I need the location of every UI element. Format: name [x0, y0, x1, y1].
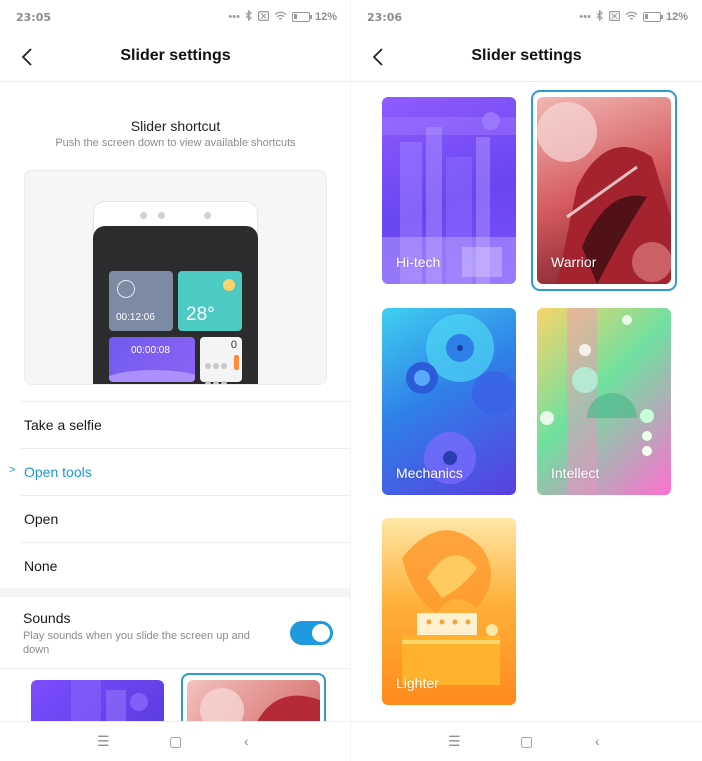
header: Slider settings	[351, 34, 702, 82]
battery-percent: 12%	[314, 11, 337, 23]
theme-card-lighter[interactable]: Lighter	[382, 518, 516, 705]
theme-name: Intellect	[551, 465, 600, 481]
option-label: Take a selfie	[24, 417, 102, 433]
theme-card-mechanics[interactable]: Mechanics	[382, 308, 516, 495]
hitech-art	[71, 680, 148, 722]
header: Slider settings	[0, 34, 351, 82]
toggle-knob	[312, 624, 330, 642]
shortcut-subtitle: Push the screen down to view available s…	[55, 137, 296, 149]
theme-name: Warrior	[551, 254, 597, 270]
bluetooth-icon	[245, 9, 253, 24]
page-title: Slider settings	[120, 47, 231, 64]
shortcut-title: Slider shortcut	[130, 118, 221, 134]
back-icon[interactable]: ‹	[595, 733, 600, 749]
warrior-art	[200, 688, 320, 722]
timer-tile: 00:12:06	[109, 271, 173, 331]
option-open-tools[interactable]: > Open tools	[9, 448, 351, 495]
sun-icon	[223, 279, 235, 291]
option-take-selfie[interactable]: Take a selfie	[21, 401, 351, 448]
status-bar: 23:05 ••• 12%	[0, 0, 351, 34]
theme-name: Mechanics	[396, 465, 463, 481]
stopwatch-value: 00:00:08	[131, 345, 170, 356]
weather-tile: 28°	[178, 271, 242, 331]
sounds-toggle[interactable]	[290, 621, 333, 645]
timer-value: 00:12:06	[116, 312, 155, 323]
status-icons: ••• 12%	[228, 9, 337, 24]
phone-screen: 00:12:06 28° 00:00:08 0	[93, 226, 258, 384]
calculator-display: 0	[230, 339, 237, 351]
home-icon[interactable]: ▢	[169, 733, 182, 750]
wifi-icon	[274, 11, 287, 24]
bluetooth-icon	[596, 9, 604, 24]
clock-icon	[117, 280, 135, 298]
theme-card-warrior[interactable]: Warrior	[537, 97, 671, 284]
camera-dot	[140, 212, 147, 219]
calculator-key-accent	[234, 355, 239, 370]
more-dots-icon: •••	[228, 11, 240, 23]
option-none[interactable]: None	[21, 542, 351, 589]
option-label: Open	[24, 511, 59, 527]
wave-shape	[109, 370, 195, 382]
left-screen: 23:05 ••• 12% Slider settings Slider sho…	[0, 0, 351, 761]
theme-thumb-hitech[interactable]	[31, 680, 164, 722]
option-label: None	[24, 558, 58, 574]
sounds-setting: Sounds Play sounds when you slide the sc…	[0, 597, 351, 669]
status-icons: ••• 12%	[579, 9, 688, 24]
sounds-description: Play sounds when you slide the screen up…	[23, 630, 250, 656]
status-time: 23:05	[16, 11, 52, 24]
theme-name: Lighter	[396, 675, 439, 691]
wifi-icon	[625, 11, 638, 24]
menu-icon[interactable]: ☰	[448, 733, 461, 750]
status-bar: 23:06 ••• 12%	[351, 0, 702, 34]
system-nav-bar: ☰ ▢ ‹	[351, 721, 702, 761]
sensor-dot	[204, 212, 211, 219]
battery-icon	[642, 12, 663, 22]
battery-icon	[291, 12, 312, 22]
status-time: 23:06	[367, 11, 403, 24]
option-open[interactable]: Open	[21, 495, 351, 542]
calculator-tile: 0	[200, 337, 242, 384]
theme-card-hitech[interactable]: Hi-tech	[382, 97, 516, 284]
back-icon[interactable]: ‹	[244, 733, 249, 749]
chevron-right-icon: >	[9, 464, 16, 476]
no-sim-icon	[257, 10, 269, 24]
shortcut-options: Take a selfie > Open tools Open None	[0, 401, 351, 589]
option-label: Open tools	[24, 464, 92, 480]
section-divider	[0, 588, 351, 597]
camera-dot	[158, 212, 165, 219]
battery-percent: 12%	[665, 11, 688, 23]
sounds-title: Sounds	[23, 610, 71, 626]
calculator-keys	[204, 357, 238, 384]
home-icon[interactable]: ▢	[520, 733, 533, 750]
theme-thumb-warrior[interactable]	[187, 680, 320, 722]
right-screen: 23:06 ••• 12% Slider settings Hi-tech Wa…	[351, 0, 702, 761]
menu-icon[interactable]: ☰	[97, 733, 110, 750]
temperature-value: 28°	[186, 304, 215, 325]
more-dots-icon: •••	[579, 11, 591, 23]
theme-name: Hi-tech	[396, 254, 441, 270]
theme-card-intellect[interactable]: Intellect	[537, 308, 671, 495]
stopwatch-tile: 00:00:08	[109, 337, 195, 382]
system-nav-bar: ☰ ▢ ‹	[0, 721, 351, 761]
page-title: Slider settings	[471, 47, 582, 64]
no-sim-icon	[608, 10, 620, 24]
shortcut-preview: 00:12:06 28° 00:00:08 0	[24, 170, 327, 385]
